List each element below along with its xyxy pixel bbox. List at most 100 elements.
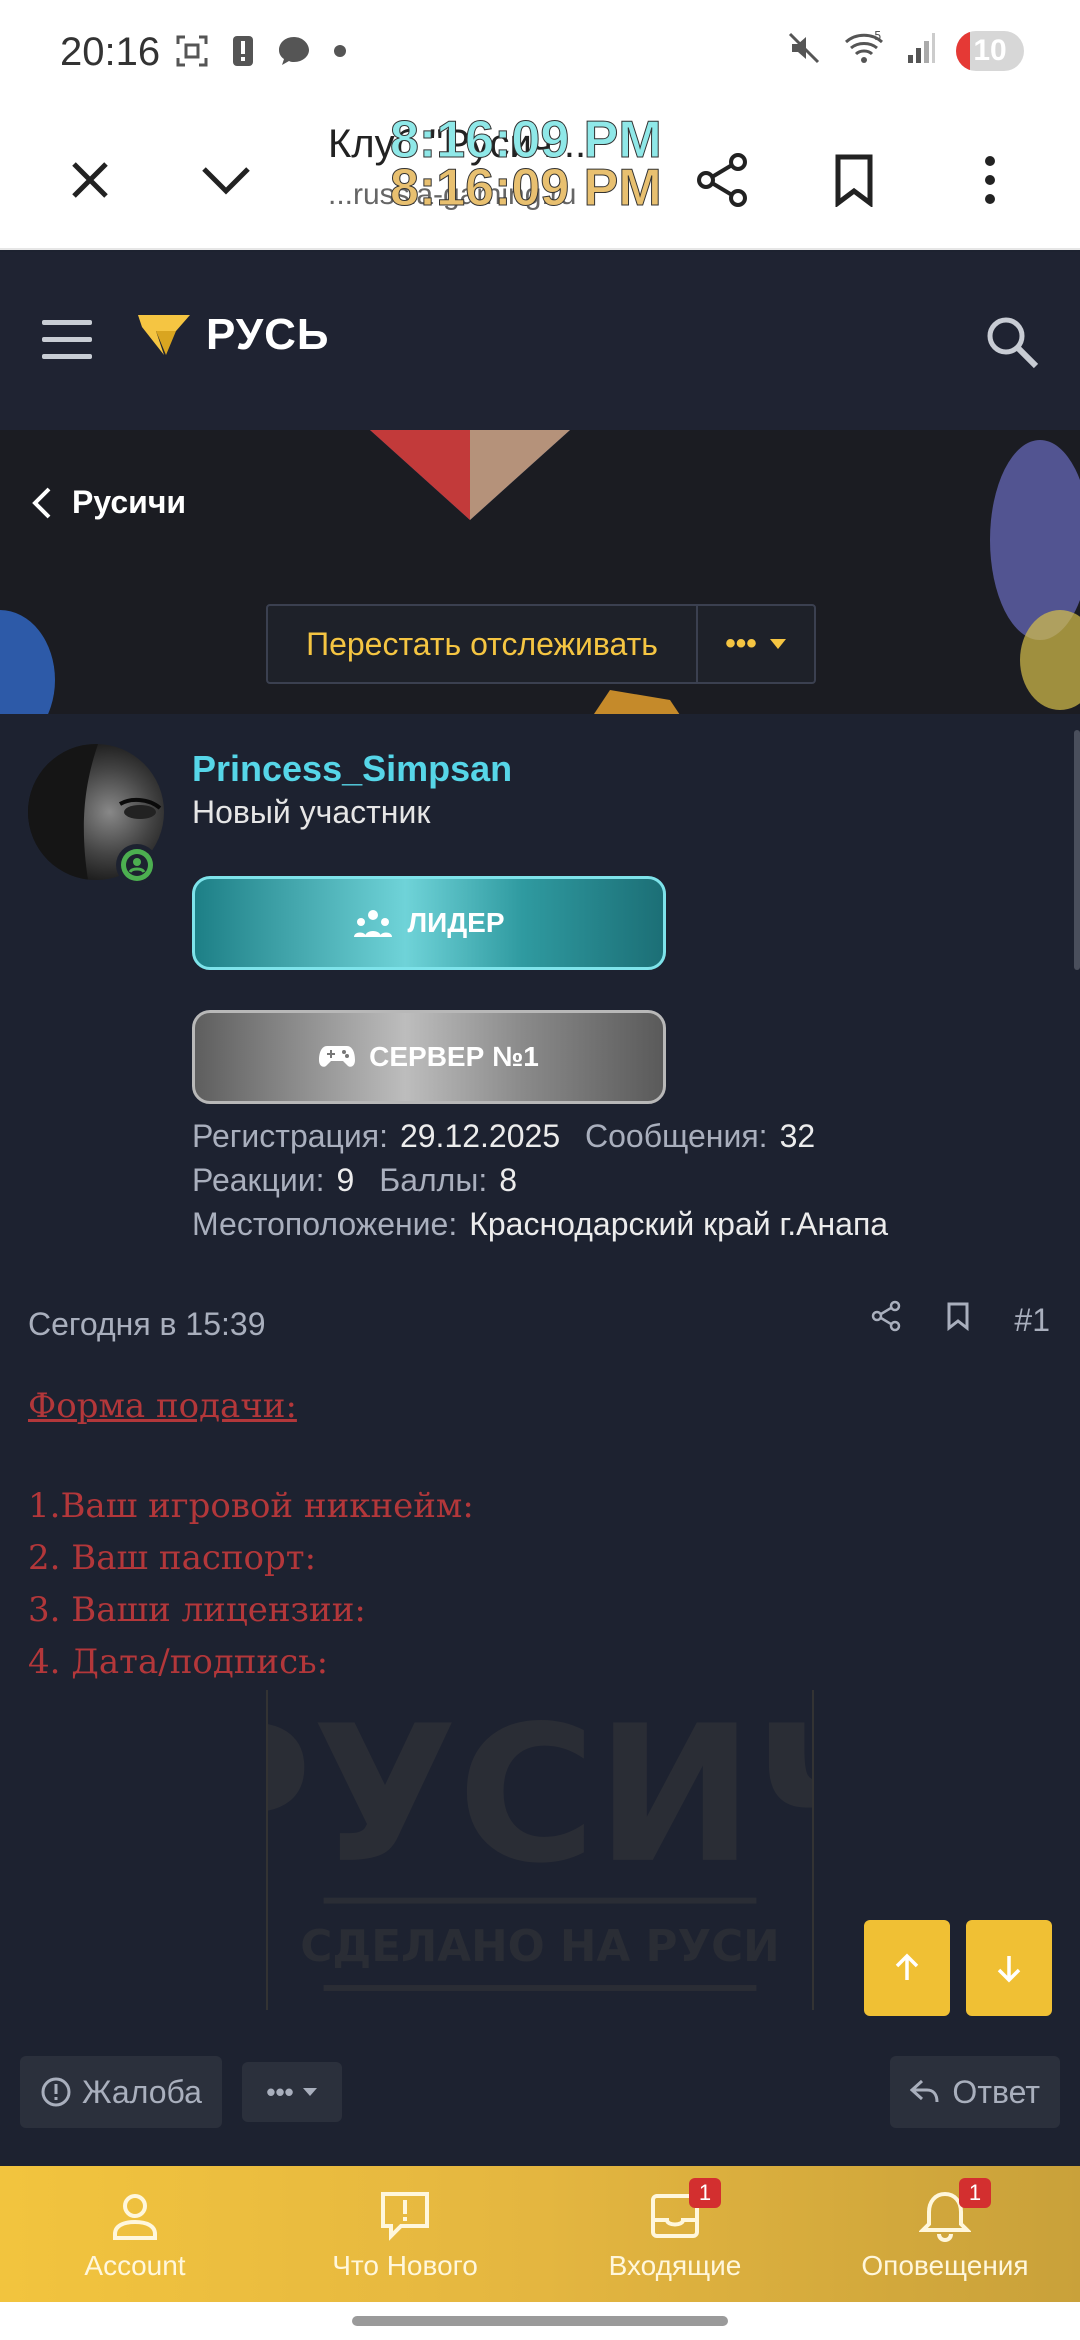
alert-circle-icon	[41, 2077, 71, 2107]
post-watermark-image: РУСИЧ СДЕЛАНО НА РУСИ	[266, 1690, 814, 2010]
bell-icon: 1	[915, 2178, 991, 2246]
group-leader-icon	[354, 910, 393, 937]
reactions-label: Реакции:	[192, 1162, 325, 1198]
share-button[interactable]	[684, 142, 760, 218]
close-icon	[72, 162, 108, 198]
scroll-up-button[interactable]	[864, 1920, 950, 2016]
bottom-navigation: Account Что Нового 1 Входящие 1 Оповещен…	[0, 2166, 1080, 2302]
registration-value: 29.12.2025	[399, 1118, 561, 1154]
wifi-icon: 5	[842, 29, 886, 71]
reply-label: Ответ	[952, 2073, 1040, 2110]
screenshot-icon	[175, 34, 209, 73]
location-value: Краснодарский край г.Анапа	[469, 1206, 889, 1242]
bookmark-button[interactable]	[816, 142, 892, 218]
status-bar: 20:16 5 10	[0, 0, 1080, 110]
battery-level: 10	[973, 33, 1007, 67]
notifications-badge: 1	[959, 2178, 991, 2208]
news-icon	[375, 2186, 435, 2246]
back-link-label: Русичи	[72, 484, 187, 520]
location-label: Местоположение:	[192, 1206, 458, 1242]
site-logo[interactable]: РУСЬ	[136, 310, 330, 360]
chat-icon	[277, 35, 311, 72]
banner-decoration	[370, 430, 570, 520]
close-tab-button[interactable]	[52, 142, 128, 218]
banner-decoration-left	[0, 610, 55, 714]
report-label: Жалоба	[82, 2073, 202, 2110]
post-number-link[interactable]: #1	[1014, 1302, 1050, 1339]
more-vertical-icon	[985, 156, 995, 204]
role-leader-label: ЛИДЕР	[407, 907, 505, 938]
thread-more-button[interactable]: •••	[698, 606, 814, 682]
reactions-value: 9	[336, 1162, 355, 1198]
registration-label: Регистрация:	[192, 1118, 388, 1154]
points-value: 8	[499, 1162, 518, 1198]
role-badge-server: СЕРВЕР №1	[192, 1010, 666, 1104]
role-server-label: СЕРВЕР №1	[369, 1041, 539, 1072]
post-body-line: 1.Ваш игровой никнейм:	[28, 1486, 474, 1526]
nav-inbox[interactable]: 1 Входящие	[540, 2166, 810, 2302]
mute-icon	[786, 30, 822, 71]
gamepad-icon	[319, 1046, 356, 1067]
home-gesture-bar[interactable]	[352, 2316, 728, 2326]
more-dots: •••	[725, 627, 757, 660]
post-body-line: 4. Дата/подпись:	[28, 1642, 329, 1682]
role-badge-leader: ЛИДЕР	[192, 876, 666, 970]
scroll-down-button[interactable]	[966, 1920, 1052, 2016]
share-icon	[872, 1300, 901, 1332]
report-button[interactable]: Жалоба	[20, 2056, 222, 2128]
post-footer: Жалоба ••• Ответ	[0, 2056, 1080, 2136]
post-bookmark-button[interactable]	[946, 1301, 970, 1339]
nav-inbox-label: Входящие	[608, 2250, 742, 2281]
messages-value: 32	[779, 1118, 816, 1154]
follow-actions: Перестать отслеживать •••	[266, 604, 816, 684]
minimize-button[interactable]	[188, 142, 264, 218]
messages-label: Сообщения:	[585, 1118, 768, 1154]
hamburger-menu-button[interactable]	[42, 320, 92, 360]
nav-account[interactable]: Account	[0, 2166, 270, 2302]
status-time: 20:16	[60, 30, 161, 74]
nav-notifications-label: Оповещения	[861, 2250, 1029, 2281]
post-body-line: 3. Ваши лицензии:	[28, 1590, 366, 1630]
post-body: Форма подачи: 1.Ваш игровой никнейм: 2. …	[28, 1380, 474, 1688]
logo-text: РУСЬ	[206, 310, 330, 359]
page-scrollbar[interactable]	[1074, 730, 1080, 970]
back-to-forum-link[interactable]: Русичи	[32, 484, 186, 521]
post-date[interactable]: Сегодня в 15:39	[28, 1306, 266, 1343]
arrow-up-icon	[895, 1953, 919, 1980]
nav-account-label: Account	[84, 2250, 186, 2281]
reply-icon	[910, 2079, 939, 2103]
dot-icon	[333, 44, 347, 63]
share-icon	[697, 153, 747, 207]
reply-button[interactable]: Ответ	[890, 2056, 1060, 2128]
post-share-button[interactable]	[870, 1300, 902, 1340]
post-more-button[interactable]: •••	[242, 2062, 342, 2122]
bookmark-icon	[947, 1302, 969, 1332]
user-stats: Регистрация: 29.12.2025 Сообщения: 32 Реак…	[192, 1114, 904, 1246]
scroll-nav	[864, 1920, 1052, 2016]
nav-notifications[interactable]: 1 Оповещения	[810, 2166, 1080, 2302]
status-icons-right: 5 10	[786, 29, 1024, 71]
post-author-username[interactable]: Princess_Simpsan	[192, 748, 512, 790]
nav-whats-new[interactable]: Что Нового	[270, 2166, 540, 2302]
menu-button[interactable]	[952, 142, 1028, 218]
forum-banner: Русичи Перестать отслеживать •••	[0, 430, 1080, 714]
bookmark-icon	[835, 154, 873, 207]
caret-down-icon	[302, 2088, 317, 2096]
unfollow-button[interactable]: Перестать отслеживать	[268, 606, 698, 682]
forum-post: Princess_Simpsan Новый участник ЛИДЕР СЕ…	[0, 714, 1080, 2166]
post-body-line: 2. Ваш паспорт:	[28, 1538, 317, 1578]
user-icon	[105, 2186, 165, 2246]
overlay-clock-2: 8:16:09 PM	[390, 159, 663, 218]
banner-decoration-right	[990, 440, 1080, 710]
search-button[interactable]	[982, 312, 1042, 372]
points-label: Баллы:	[379, 1162, 488, 1198]
post-author-title: Новый участник	[192, 794, 431, 830]
watermark-title: РУСИЧ	[266, 1690, 814, 1905]
post-body-heading: Форма подачи:	[28, 1386, 297, 1426]
inbox-icon: 1	[645, 2178, 721, 2246]
post-more-dots: •••	[266, 2076, 294, 2107]
chevron-down-icon	[202, 167, 250, 195]
arrow-down-icon	[997, 1956, 1021, 1983]
browser-toolbar: Клуб "Русич... ...russia-gaming.ru 8:16:…	[0, 110, 1080, 250]
alert-icon	[231, 34, 255, 73]
